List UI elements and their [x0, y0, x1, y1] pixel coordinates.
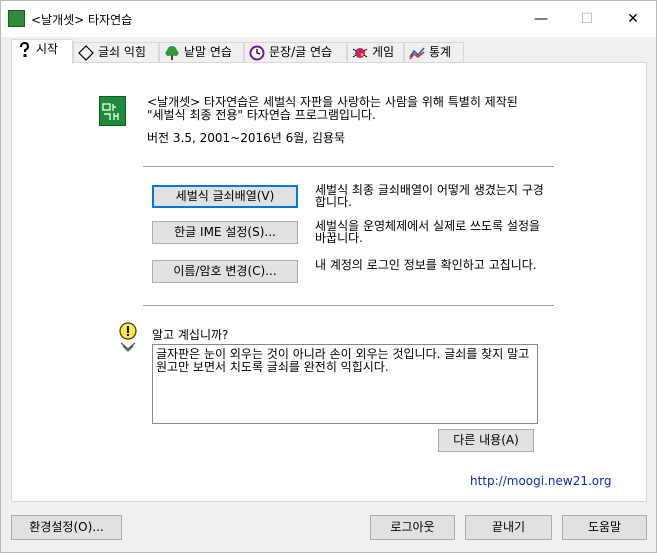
program-logo: [99, 96, 126, 126]
chart-icon: [409, 45, 425, 61]
keyboard-layout-button[interactable]: 세벌식 글쇠배열(V): [152, 185, 298, 208]
tab-game[interactable]: 게임: [347, 42, 404, 63]
tip-text-box[interactable]: 글자판은 눈이 외우는 것이 아니라 손이 외우는 것입니다. 글쇠를 찾지 말…: [152, 344, 538, 424]
tab-sentence-practice[interactable]: 문장/글 연습: [244, 42, 347, 63]
ime-settings-desc: 세벌식을 운영체제에서 실제로 쓰도록 설정을 바꿉니다.: [315, 219, 541, 245]
app-icon: [8, 10, 25, 27]
clock-icon: [249, 45, 265, 61]
tab-strip: 시작 글쇠 익힘 낱말 연습 문장/글 연습 게임 통계: [11, 39, 651, 64]
window-title: <날개셋> 타자연습: [31, 13, 133, 27]
tab-word-practice[interactable]: 낱말 연습: [159, 42, 244, 63]
exit-button[interactable]: 끝내기: [465, 515, 552, 540]
title-bar: <날개셋> 타자연습 — ☐ ✕: [1, 1, 656, 37]
question-icon: [16, 41, 32, 58]
divider-top: [143, 166, 554, 168]
tab-statistics[interactable]: 통계: [404, 42, 464, 63]
diamond-icon: [78, 44, 94, 61]
tip-title: 알고 계십니까?: [152, 328, 229, 342]
intro-text: <날개셋> 타자연습은 세벌식 자판을 사랑하는 사람을 위해 특별히 제작된 …: [147, 95, 518, 122]
divider-bottom: [143, 305, 554, 307]
lightbulb-icon: [117, 321, 139, 353]
keyboard-layout-desc: 세벌식 최종 글쇠배열이 어떻게 생겼는지 구경합니다.: [315, 183, 544, 209]
app-window: <날개셋> 타자연습 — ☐ ✕ 시작 글쇠 익힘 낱말 연습 문장/글 연습: [0, 0, 657, 553]
settings-button[interactable]: 환경설정(O)...: [11, 515, 122, 540]
bug-icon: [352, 45, 368, 61]
change-account-desc: 내 계정의 로그인 정보를 확인하고 고칩니다.: [315, 258, 537, 272]
ime-settings-button[interactable]: 한글 IME 설정(S)...: [152, 221, 298, 244]
logout-button[interactable]: 로그아웃: [370, 515, 455, 540]
close-button[interactable]: ✕: [610, 1, 656, 37]
tab-start[interactable]: 시작: [11, 39, 73, 64]
next-tip-button[interactable]: 다른 내용(A): [438, 429, 534, 452]
start-panel: <날개셋> 타자연습은 세벌식 자판을 사랑하는 사람을 위해 특별히 제작된 …: [11, 62, 647, 502]
tab-key-practice[interactable]: 글쇠 익힘: [73, 42, 159, 63]
maximize-button[interactable]: ☐: [564, 1, 610, 37]
change-account-button[interactable]: 이름/암호 변경(C)...: [152, 260, 298, 283]
version-text: 버전 3.5, 2001~2016년 6월, 김용묵: [147, 131, 346, 145]
tree-icon: [164, 45, 180, 61]
help-button[interactable]: 도움말: [562, 515, 647, 540]
homepage-link[interactable]: http://moogi.new21.org: [470, 474, 611, 488]
minimize-button[interactable]: —: [518, 1, 564, 37]
